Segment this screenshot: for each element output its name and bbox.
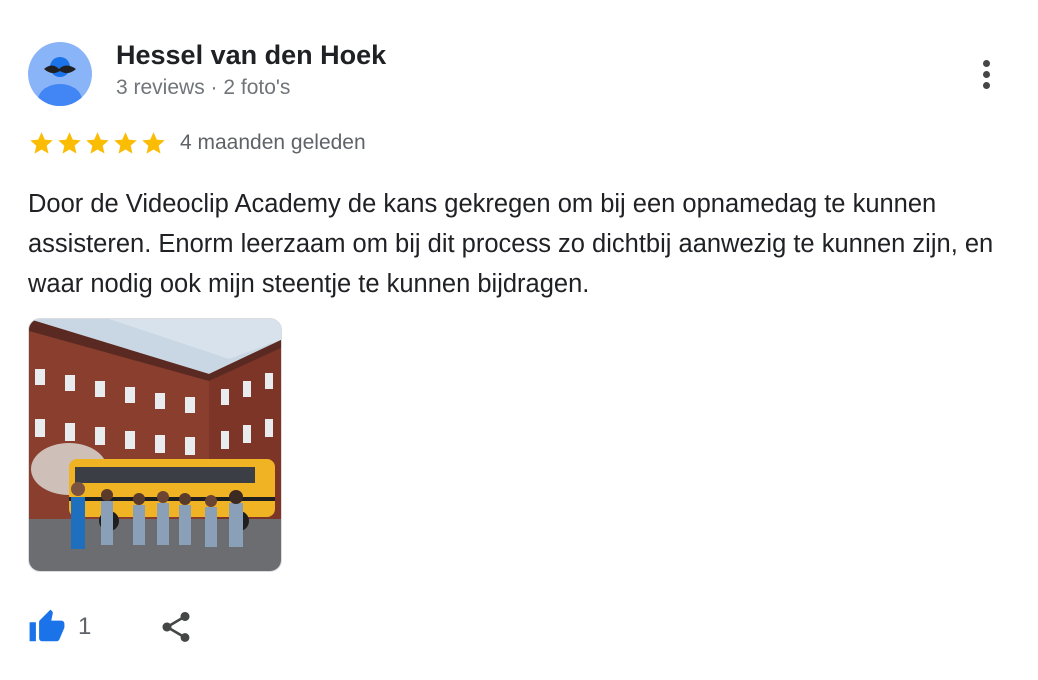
star-icon (86, 132, 109, 154)
more-options-button[interactable] (966, 54, 1006, 94)
like-button[interactable]: 1 (28, 608, 91, 646)
more-vert-icon (982, 59, 990, 67)
review-photo[interactable] (28, 318, 282, 572)
author-meta: 3 reviews · 2 foto's (116, 76, 291, 99)
star-icon (58, 132, 81, 154)
star-icon (114, 132, 137, 154)
like-count: 1 (78, 613, 92, 640)
star-icon (142, 132, 165, 154)
star-icon (30, 132, 53, 154)
avatar[interactable] (28, 42, 92, 106)
share-button[interactable] (158, 609, 194, 645)
review-text: Door de Videoclip Academy de kans gekreg… (28, 190, 994, 298)
thumb-up-icon (29, 609, 65, 642)
share-icon (162, 612, 190, 642)
review-time: 4 maanden geleden (180, 131, 366, 154)
author-name[interactable]: Hessel van den Hoek (116, 40, 386, 71)
star-rating (28, 130, 167, 157)
